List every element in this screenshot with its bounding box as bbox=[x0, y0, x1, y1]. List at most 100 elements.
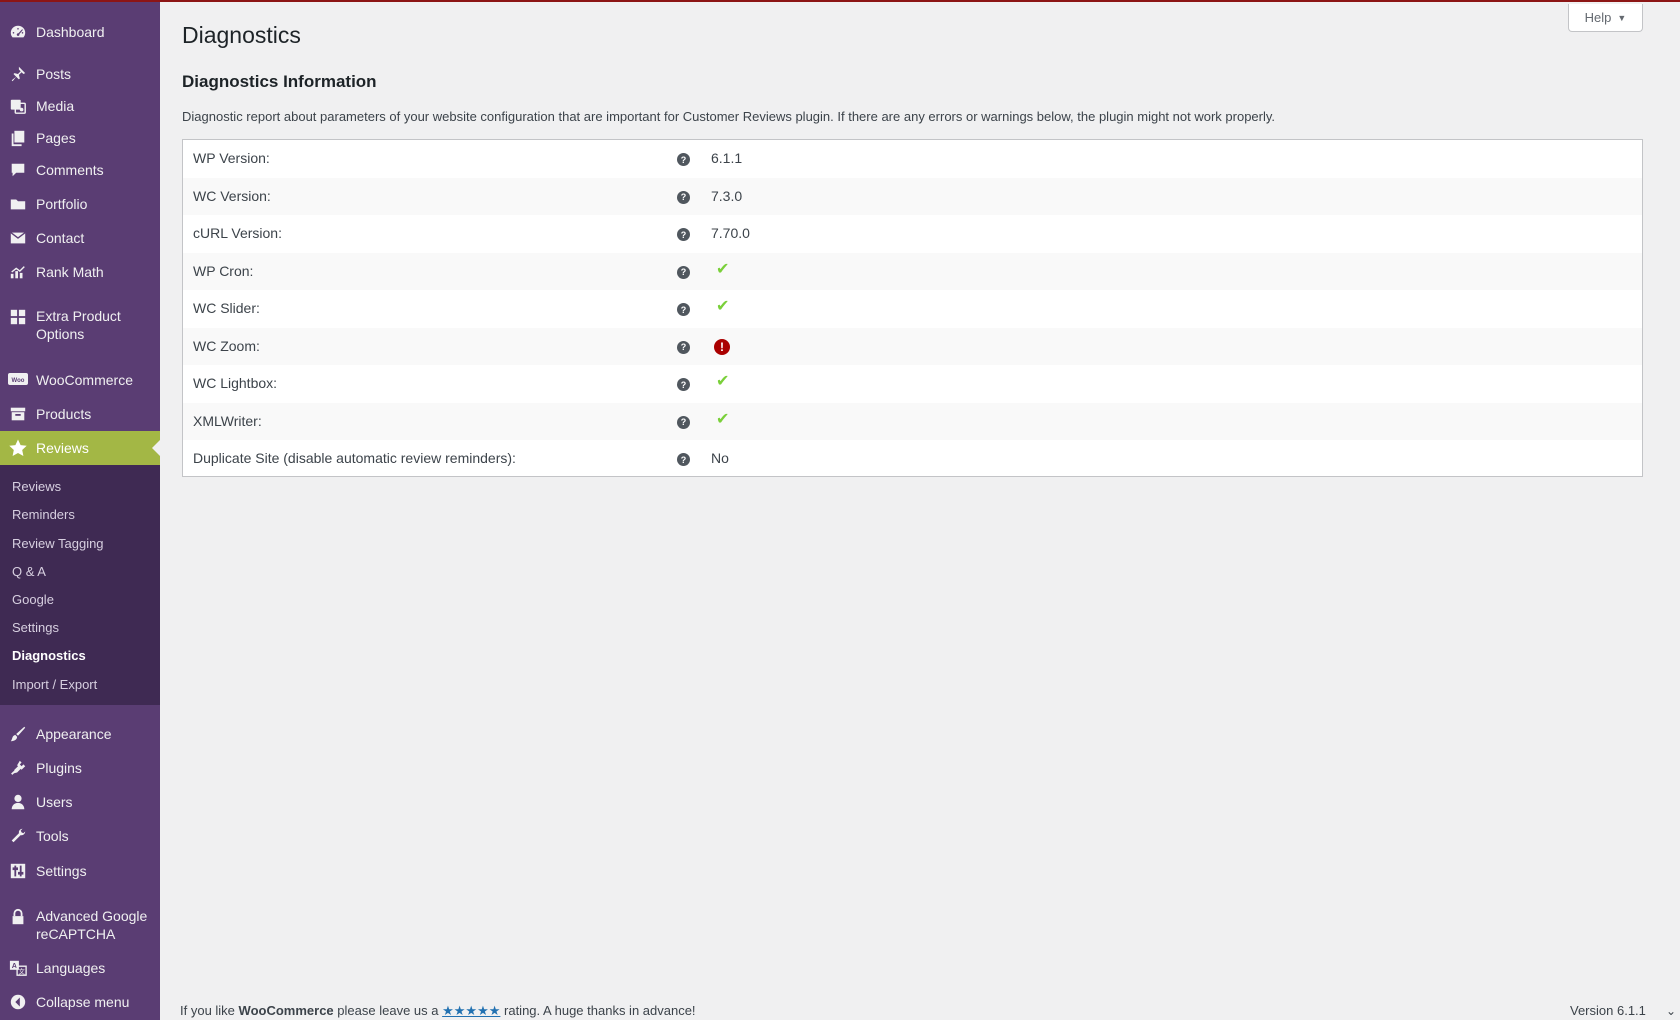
sidebar-item-products[interactable]: Products bbox=[0, 397, 160, 431]
admin-sidebar: Dashboard Posts Media Pages Comments Por… bbox=[0, 0, 160, 1020]
footer-middle: please leave us a bbox=[337, 1003, 439, 1018]
top-border bbox=[0, 0, 1680, 2]
checkmark-icon: ✔ bbox=[716, 298, 730, 315]
submenu-item-reminders[interactable]: Reminders bbox=[12, 506, 75, 524]
comment-icon bbox=[8, 160, 28, 180]
row-label: WP Version: bbox=[193, 150, 270, 166]
sidebar-item-contact[interactable]: Contact bbox=[0, 221, 160, 255]
sidebar-item-comments[interactable]: Comments bbox=[0, 153, 160, 187]
help-tip-icon[interactable]: ? bbox=[677, 265, 690, 279]
submenu-item-reviews[interactable]: Reviews bbox=[12, 478, 61, 496]
checkmark-icon: ✔ bbox=[716, 260, 730, 278]
submenu-item-settings[interactable]: Settings bbox=[12, 619, 59, 637]
sidebar-label: Advanced Google reCAPTCHA bbox=[36, 908, 148, 942]
checkmark-icon: ✔ bbox=[716, 373, 730, 390]
row-value: 7.70.0 bbox=[711, 225, 750, 241]
sidebar-item-posts[interactable]: Posts bbox=[0, 57, 160, 91]
sidebar-label: Extra Product Options bbox=[36, 308, 121, 342]
submenu-item-diagnostics[interactable]: Diagnostics bbox=[12, 647, 86, 665]
help-button[interactable]: Help ▼ bbox=[1568, 4, 1643, 32]
sidebar-item-settings[interactable]: Settings bbox=[0, 854, 160, 888]
submenu-item-review-tagging[interactable]: Review Tagging bbox=[12, 535, 104, 553]
submenu-item-q-and-a[interactable]: Q & A bbox=[12, 563, 46, 581]
help-tip-icon[interactable]: ? bbox=[677, 190, 690, 204]
help-tip-icon[interactable]: ? bbox=[677, 340, 690, 354]
collapse-menu-button[interactable]: Collapse menu bbox=[0, 985, 160, 1019]
rating-stars-link[interactable]: ★★★★★ bbox=[442, 1003, 500, 1018]
table-row: XMLWriter: ? ✔ bbox=[183, 402, 1642, 440]
sidebar-item-reviews[interactable]: Reviews bbox=[0, 431, 160, 465]
sidebar-item-pages[interactable]: Pages bbox=[0, 121, 160, 155]
sidebar-item-users[interactable]: Users bbox=[0, 785, 160, 819]
help-tip-icon[interactable]: ? bbox=[677, 153, 690, 166]
sidebar-item-appearance[interactable]: Appearance bbox=[0, 717, 160, 751]
sidebar-item-woocommerce[interactable]: Woo WooCommerce bbox=[0, 363, 160, 397]
dashboard-icon bbox=[8, 22, 28, 42]
sidebar-item-dashboard[interactable]: Dashboard bbox=[0, 15, 160, 49]
sidebar-label: Settings bbox=[36, 863, 87, 879]
table-row: WC Lightbox: ? ✔ bbox=[183, 365, 1642, 403]
envelope-icon bbox=[8, 228, 28, 248]
row-label: Duplicate Site (disable automatic review… bbox=[193, 450, 516, 466]
wrench-icon bbox=[8, 826, 28, 846]
sidebar-item-languages[interactable]: A文 Languages bbox=[0, 951, 160, 985]
help-tip-icon[interactable]: ? bbox=[677, 228, 690, 241]
row-label: XMLWriter: bbox=[193, 412, 262, 429]
sidebar-label: Contact bbox=[36, 230, 85, 246]
svg-text:文: 文 bbox=[18, 966, 25, 975]
error-icon: ! bbox=[714, 338, 730, 355]
help-tip-icon[interactable]: ? bbox=[677, 303, 690, 316]
sidebar-label: Tools bbox=[36, 828, 69, 844]
footer-rating-note: If you like WooCommerce please leave us … bbox=[180, 1003, 696, 1019]
footer-brand: WooCommerce bbox=[238, 1003, 334, 1018]
grid-icon bbox=[8, 307, 28, 327]
sidebar-label: Languages bbox=[36, 960, 106, 976]
row-label: WP Cron: bbox=[193, 262, 254, 279]
svg-text:Woo: Woo bbox=[12, 378, 25, 384]
sidebar-label: Rank Math bbox=[36, 264, 104, 280]
woo-icon: Woo bbox=[8, 370, 28, 390]
sliders-icon bbox=[8, 861, 28, 881]
caret-down-icon: ▼ bbox=[1617, 12, 1627, 23]
table-row: WP Version: ? 6.1.1 bbox=[183, 140, 1642, 178]
sidebar-item-portfolio[interactable]: Portfolio bbox=[0, 187, 160, 221]
diagnostics-table: WP Version: ? 6.1.1 WC Version: ? 7.3.0 … bbox=[182, 139, 1643, 477]
archive-icon bbox=[8, 404, 28, 424]
footer-version: Version 6.1.1 bbox=[1570, 1003, 1646, 1018]
plug-icon bbox=[8, 758, 28, 778]
row-value: No bbox=[711, 450, 729, 466]
pin-icon bbox=[8, 64, 28, 84]
sidebar-label: Media bbox=[36, 98, 75, 114]
page-title: Diagnostics bbox=[182, 22, 301, 48]
submenu-item-google[interactable]: Google bbox=[12, 591, 54, 609]
table-row: WC Version: ? 7.3.0 bbox=[183, 177, 1642, 215]
sidebar-item-extra-product-options[interactable]: Extra Product Options bbox=[0, 303, 160, 347]
checkmark-icon: ✔ bbox=[716, 410, 730, 428]
sidebar-item-tools[interactable]: Tools bbox=[0, 819, 160, 853]
row-label: WC Version: bbox=[193, 187, 271, 204]
page-description: Diagnostic report about parameters of yo… bbox=[182, 109, 1276, 124]
submenu-item-import-export[interactable]: Import / Export bbox=[12, 676, 97, 694]
help-tip-icon[interactable]: ? bbox=[677, 378, 690, 391]
row-value: 7.3.0 bbox=[711, 187, 743, 204]
collapse-icon bbox=[8, 992, 28, 1012]
sidebar-label: Products bbox=[36, 406, 92, 422]
scroll-down-icon[interactable]: ⌄ bbox=[1666, 1004, 1676, 1018]
sidebar-item-rank-math[interactable]: Rank Math bbox=[0, 255, 160, 289]
row-label: WC Zoom: bbox=[193, 337, 260, 354]
sidebar-label[interactable]: Appearance bbox=[36, 725, 112, 743]
brush-icon bbox=[8, 724, 28, 744]
media-icon bbox=[8, 96, 28, 116]
help-tip-icon[interactable]: ? bbox=[677, 453, 690, 466]
lock-icon bbox=[8, 907, 28, 927]
sidebar-item-advanced-google-recaptcha[interactable]: Advanced Google reCAPTCHA bbox=[0, 903, 160, 947]
svg-text:A: A bbox=[12, 961, 17, 970]
help-tip-icon[interactable]: ? bbox=[677, 415, 690, 429]
help-label: Help bbox=[1584, 10, 1612, 25]
user-icon bbox=[8, 792, 28, 812]
row-label: cURL Version: bbox=[193, 225, 282, 241]
sidebar-label: Portfolio bbox=[36, 196, 88, 212]
sidebar-label: Comments bbox=[36, 162, 104, 178]
sidebar-item-media[interactable]: Media bbox=[0, 89, 160, 123]
sidebar-item-plugins[interactable]: Plugins bbox=[0, 751, 160, 785]
